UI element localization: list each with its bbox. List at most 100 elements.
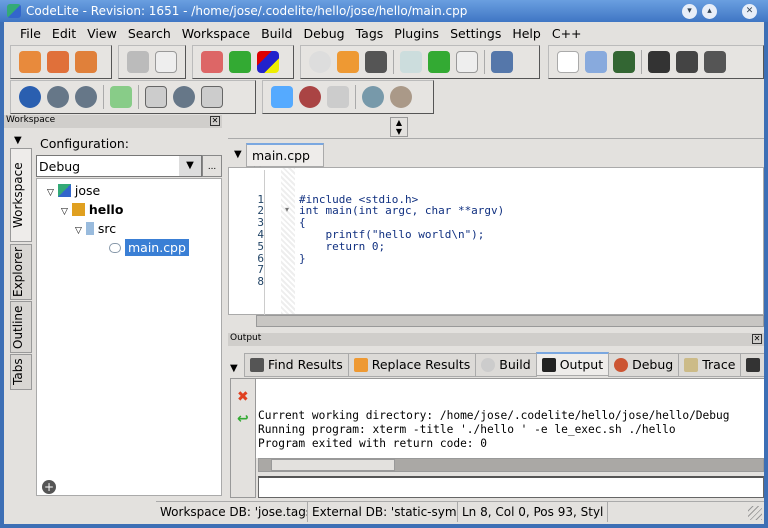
close-workspace-icon[interactable]: ✕ (210, 116, 220, 126)
close-output-icon[interactable]: ✕ (752, 334, 762, 344)
output-tab-menu[interactable]: ▼ (230, 363, 244, 374)
editor-nav-bar: ▲ ▼ (228, 115, 764, 139)
class-wizard-icon[interactable] (201, 51, 223, 73)
find-file-icon[interactable] (47, 51, 69, 73)
menu-cpp[interactable]: C++ (546, 22, 587, 41)
open-file-icon[interactable] (585, 51, 607, 73)
search-icon[interactable] (309, 51, 331, 73)
tab-cscope[interactable]: cs (740, 352, 764, 377)
menu-debug[interactable]: Debug (297, 22, 349, 41)
tab-outline[interactable]: Outline (10, 301, 32, 353)
rebuild-gear-icon[interactable] (390, 86, 412, 108)
wrap-icon[interactable]: ↩ (237, 411, 249, 427)
tab-label: Build (499, 357, 531, 372)
binoculars-icon (250, 357, 264, 372)
fold-icon[interactable]: ▾ (285, 205, 289, 214)
download-icon[interactable] (613, 51, 635, 73)
menu-tags[interactable]: Tags (350, 22, 389, 41)
list-icon[interactable] (456, 51, 478, 73)
tab-debug[interactable]: Debug (608, 352, 680, 377)
close-button[interactable]: ✕ (742, 4, 757, 19)
replace-icon[interactable] (337, 51, 359, 73)
binoculars-icon[interactable] (365, 51, 387, 73)
workspace-name: jose (74, 183, 101, 198)
spin-icon[interactable]: ▲ ▼ (390, 117, 408, 137)
minimize-button[interactable]: ▾ (682, 4, 697, 19)
project-name: hello (88, 202, 124, 217)
editor-tab-menu[interactable]: ▼ (234, 149, 242, 160)
output-hscrollbar[interactable] (258, 458, 764, 472)
maximize-button[interactable]: ▴ (702, 4, 717, 19)
tab-label: main.cpp (252, 148, 310, 163)
tab-trace[interactable]: Trace (678, 352, 742, 377)
menu-edit[interactable]: Edit (46, 22, 81, 41)
editor-hscrollbar[interactable] (256, 315, 764, 327)
menu-help[interactable]: Help (506, 22, 546, 41)
configuration-manager-button[interactable]: ... (202, 155, 222, 177)
add-icon[interactable]: + (42, 480, 56, 494)
menu-plugins[interactable]: Plugins (388, 22, 444, 41)
tab-explorer[interactable]: Explorer (10, 244, 32, 300)
step-in-icon[interactable] (145, 86, 167, 108)
colors-icon[interactable] (257, 51, 279, 73)
menu-view[interactable]: View (81, 22, 122, 41)
tab-main-cpp[interactable]: main.cpp ✕ (246, 143, 324, 178)
tab-build[interactable]: Build (475, 352, 537, 377)
line-number: 5 (257, 239, 264, 253)
menu-build[interactable]: Build (255, 22, 297, 41)
code-line: printf("hello world\n"); (299, 227, 485, 241)
step-over-icon[interactable] (173, 86, 195, 108)
workspace-tab-menu[interactable]: ▼ (14, 135, 22, 146)
output-input[interactable] (258, 476, 764, 498)
tree-item-file[interactable]: main.cpp (109, 239, 189, 256)
code-editor[interactable]: 12345678 ▾ #include <stdio.h> int main(in… (228, 167, 764, 316)
tree-item-workspace[interactable]: ▽ jose (47, 183, 100, 198)
next-arrow-icon[interactable] (110, 86, 132, 108)
clean-icon[interactable] (327, 86, 349, 108)
stop-icon[interactable] (47, 86, 69, 108)
line-numbers: 12345678 (229, 170, 265, 316)
import-icon[interactable] (271, 86, 293, 108)
code-line: int main(int argc, char **argv) (299, 204, 505, 218)
output-text[interactable]: Current working directory: /home/jose/.c… (256, 378, 764, 458)
tab-tabs[interactable]: Tabs (10, 354, 32, 390)
configuration-select[interactable]: Debug ▼ (36, 155, 202, 177)
tab-output[interactable]: Output (535, 352, 610, 376)
pause-icon[interactable] (75, 86, 97, 108)
step-out-icon[interactable] (201, 86, 223, 108)
menu-settings[interactable]: Settings (444, 22, 506, 41)
copy-icon[interactable] (400, 51, 422, 73)
chevron-down-icon[interactable]: ▼ (179, 156, 201, 176)
tab-workspace[interactable]: Workspace (10, 148, 32, 242)
new-class-icon[interactable] (229, 51, 251, 73)
cancel-build-icon[interactable] (299, 86, 321, 108)
resize-grip-icon[interactable] (748, 506, 762, 520)
tree-item-project[interactable]: ▽ hello (61, 202, 123, 217)
configuration-label: Configuration: (40, 136, 129, 151)
pen-icon[interactable] (491, 51, 513, 73)
tab-replace-results[interactable]: Replace Results (347, 352, 477, 377)
save-all-icon[interactable] (704, 51, 726, 73)
menu-file[interactable]: File (14, 22, 46, 41)
menu-workspace[interactable]: Workspace (176, 22, 255, 41)
find-icon[interactable] (19, 51, 41, 73)
wand-icon[interactable] (127, 51, 149, 73)
c-file-icon[interactable] (428, 51, 450, 73)
menu-search[interactable]: Search (122, 22, 176, 41)
tree-item-folder[interactable]: ▽ src (75, 221, 116, 236)
clear-icon[interactable]: ✖ (237, 389, 249, 405)
line-number: 4 (257, 227, 264, 241)
text-icon[interactable] (155, 51, 177, 73)
toolbar-debug (10, 80, 256, 114)
tab-find-results[interactable]: Find Results (244, 352, 349, 377)
cpp-file-icon (109, 243, 121, 253)
build-gear-icon[interactable] (362, 86, 384, 108)
save-as-icon[interactable] (676, 51, 698, 73)
find-type-icon[interactable] (75, 51, 97, 73)
start-icon[interactable] (19, 86, 41, 108)
main-window: File Edit View Search Workspace Build Debug Tag… (4, 22, 764, 524)
save-icon[interactable] (648, 51, 670, 73)
new-file-icon[interactable] (557, 51, 579, 73)
scrollbar-thumb[interactable] (271, 459, 395, 471)
terminal-icon (541, 357, 556, 372)
